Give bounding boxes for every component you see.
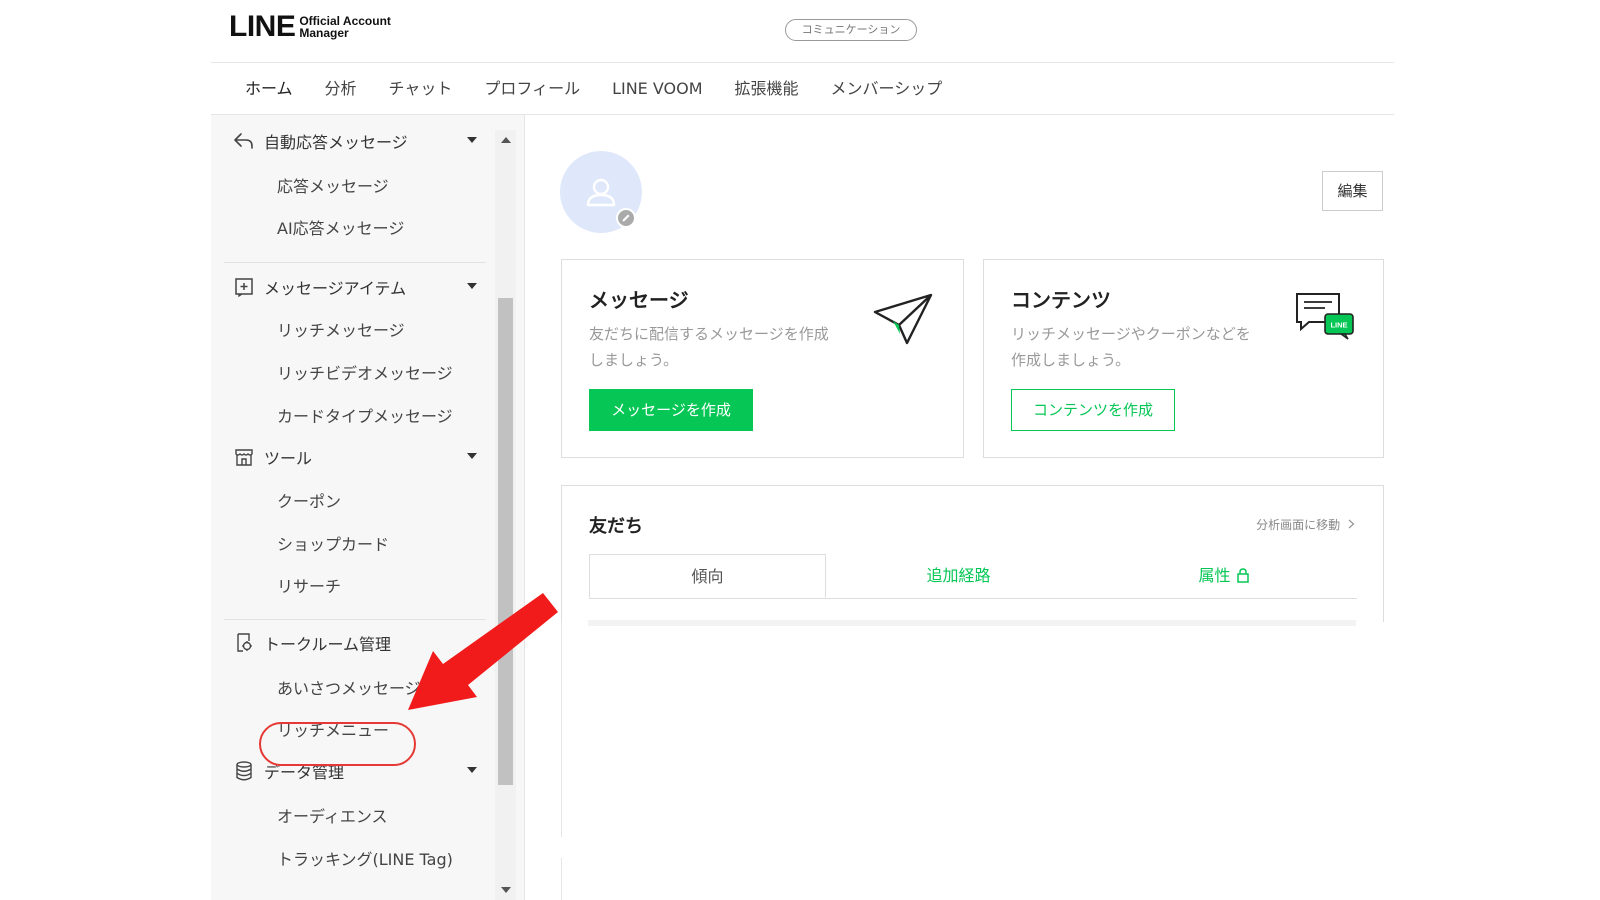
contents-card-description: リッチメッセージやクーポンなどを 作成しましょう。 xyxy=(1011,325,1251,369)
sidebar-divider xyxy=(224,262,486,263)
sidebar-group-auto-reply[interactable]: 自動応答メッセージ xyxy=(233,129,488,153)
tab-attributes[interactable]: 属性 xyxy=(1091,554,1357,598)
create-message-button[interactable]: メッセージを作成 xyxy=(589,389,753,431)
annotation-highlight-oval xyxy=(259,722,416,766)
logo-wordmark: LINE xyxy=(229,10,296,43)
main-nav-tabs: ホーム 分析 チャット プロフィール LINE VOOM 拡張機能 メンバーシッ… xyxy=(229,72,959,118)
chevron-down-icon[interactable] xyxy=(467,767,477,773)
sidebar-item-coupon[interactable]: クーポン xyxy=(277,488,341,512)
database-icon xyxy=(233,760,255,782)
sidebar-group-label: ツール xyxy=(264,449,313,468)
contents-card: コンテンツ リッチメッセージやクーポンなどを 作成しましょう。 LINE コンテ… xyxy=(983,259,1384,458)
sidebar-border xyxy=(524,115,525,900)
tab-profile[interactable]: プロフィール xyxy=(468,72,596,112)
chevron-down-icon[interactable] xyxy=(467,453,477,459)
friends-panel-content xyxy=(588,620,1356,626)
header-divider xyxy=(211,62,1394,63)
edit-profile-button[interactable]: 編集 xyxy=(1322,171,1383,211)
logo-subtitle: Official Account Manager xyxy=(299,14,391,40)
shop-icon xyxy=(233,446,255,468)
message-card-description: 友だちに配信するメッセージを作成 しましょう。 xyxy=(589,325,829,369)
line-badge-text: LINE xyxy=(1330,321,1347,330)
tab-chat[interactable]: チャット xyxy=(373,72,469,112)
sidebar-item-tracking[interactable]: トラッキング(LINE Tag) xyxy=(277,846,453,870)
sidebar-group-message-items[interactable]: メッセージアイテム xyxy=(233,275,488,299)
content-border xyxy=(561,858,562,900)
sidebar-group-tools[interactable]: ツール xyxy=(233,445,488,469)
user-icon xyxy=(586,178,616,207)
lock-icon xyxy=(1236,566,1250,585)
mode-badge[interactable]: コミュニケーション xyxy=(785,19,917,41)
friends-tabs: 傾向 追加経路 属性 xyxy=(589,554,1357,599)
chevron-right-icon xyxy=(1348,518,1355,532)
plus-square-icon xyxy=(233,276,255,298)
line-chat-icon: LINE xyxy=(1296,293,1354,340)
friends-title: 友だち xyxy=(589,516,643,537)
scroll-down-arrow-icon[interactable] xyxy=(501,887,511,893)
chevron-down-icon[interactable] xyxy=(467,283,477,289)
tab-home[interactable]: ホーム xyxy=(229,72,309,118)
line-oa-logo[interactable]: LINE Official Account Manager xyxy=(229,12,391,42)
chevron-down-icon[interactable] xyxy=(467,137,477,143)
reply-icon xyxy=(233,130,255,152)
sidebar-item-reply-message[interactable]: 応答メッセージ xyxy=(277,173,389,197)
create-contents-button[interactable]: コンテンツを作成 xyxy=(1011,389,1175,431)
tab-membership[interactable]: メンバーシップ xyxy=(815,72,959,112)
tab-analytics[interactable]: 分析 xyxy=(309,72,373,112)
sidebar-item-rich-video-message[interactable]: リッチビデオメッセージ xyxy=(277,360,453,384)
sidebar-group-label: トークルーム管理 xyxy=(264,635,392,654)
tab-acquisition-channel[interactable]: 追加経路 xyxy=(826,554,1091,598)
chat-settings-icon xyxy=(233,632,255,654)
tab-extensions[interactable]: 拡張機能 xyxy=(719,72,815,112)
sidebar-group-label: メッセージアイテム xyxy=(264,279,407,298)
sidebar-item-card-type-message[interactable]: カードタイプメッセージ xyxy=(277,403,453,427)
sidebar: 自動応答メッセージ 応答メッセージ AI応答メッセージ メッセージアイテム リッ… xyxy=(211,115,524,900)
sidebar-item-research[interactable]: リサーチ xyxy=(277,573,341,597)
contents-card-title: コンテンツ xyxy=(1011,288,1111,312)
analytics-link[interactable]: 分析画面に移動 xyxy=(1256,516,1355,533)
scroll-up-arrow-icon[interactable] xyxy=(501,137,511,143)
sidebar-group-label: 自動応答メッセージ xyxy=(264,133,408,152)
sidebar-item-shop-card[interactable]: ショップカード xyxy=(277,531,389,555)
sidebar-item-ai-reply-message[interactable]: AI応答メッセージ xyxy=(277,215,404,239)
annotation-arrow-icon xyxy=(408,593,558,710)
message-card-title: メッセージ xyxy=(589,288,689,312)
sidebar-item-audience[interactable]: オーディエンス xyxy=(277,803,388,827)
sidebar-item-rich-message[interactable]: リッチメッセージ xyxy=(277,317,405,341)
friends-panel: 友だち 分析画面に移動 傾向 追加経路 属性 xyxy=(561,485,1384,622)
message-card: メッセージ 友だちに配信するメッセージを作成 しましょう。 メッセージを作成 xyxy=(561,259,964,458)
avatar-edit-icon[interactable] xyxy=(616,208,636,228)
tab-line-voom[interactable]: LINE VOOM xyxy=(596,72,718,112)
paper-plane-icon xyxy=(873,293,933,345)
tab-trend[interactable]: 傾向 xyxy=(589,554,826,598)
content-border xyxy=(561,622,562,837)
